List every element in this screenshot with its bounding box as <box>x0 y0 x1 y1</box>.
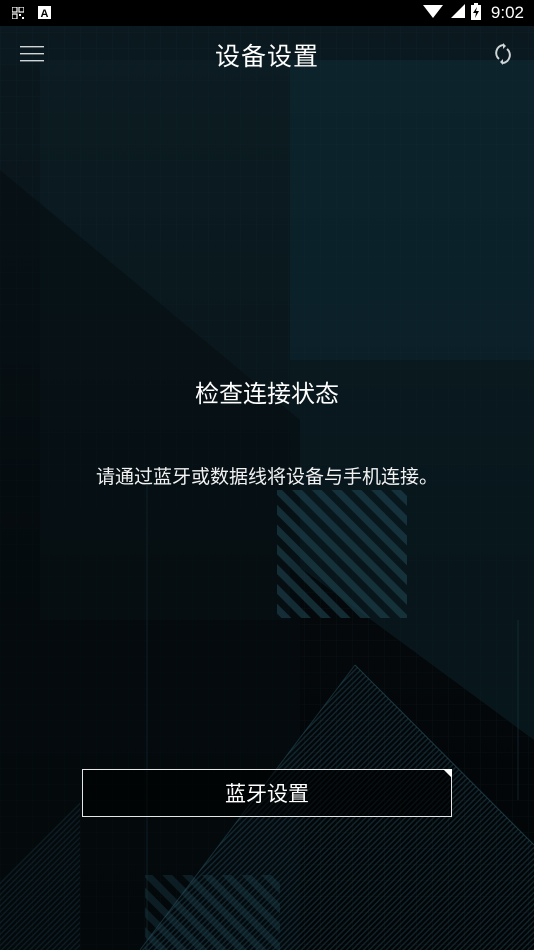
wifi-icon <box>422 3 443 23</box>
menu-button[interactable] <box>20 43 44 65</box>
bluetooth-settings-label: 蓝牙设置 <box>225 782 309 806</box>
cell-signal-icon <box>449 3 465 23</box>
connection-status-heading: 检查连接状态 <box>195 380 339 408</box>
qr-icon <box>11 4 25 23</box>
battery-charging-icon <box>470 2 481 24</box>
bluetooth-settings-button[interactable]: 蓝牙设置 <box>82 769 452 817</box>
page-title: 设备设置 <box>214 42 319 71</box>
a-badge-icon: A <box>38 4 51 23</box>
status-bar: A 9:02 <box>0 0 534 26</box>
status-bar-right: 9:02 <box>422 2 534 24</box>
corner-accent <box>443 769 452 778</box>
hamburger-menu-icon <box>20 46 44 69</box>
status-time: 9:02 <box>490 3 524 22</box>
app-bar: 设备设置 <box>0 26 534 84</box>
svg-text:A: A <box>41 8 49 19</box>
sync-button[interactable] <box>494 43 516 67</box>
status-bar-left: A <box>0 4 51 23</box>
connection-instructions: 请通过蓝牙或数据线将设备与手机连接。 <box>95 466 438 488</box>
sync-icon <box>494 43 512 69</box>
